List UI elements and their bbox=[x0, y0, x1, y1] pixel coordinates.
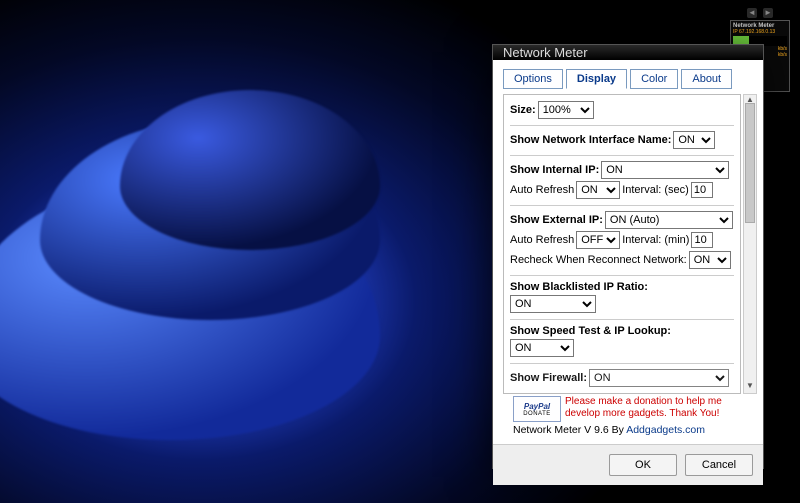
donation-message: Please make a donation to help me develo… bbox=[565, 396, 751, 419]
settings-window: Network Meter Options Display Color Abou… bbox=[492, 44, 764, 469]
byline: Network Meter V 9.6 By Addgadgets.com bbox=[513, 424, 751, 436]
show-external-select[interactable]: ON (Auto) bbox=[605, 211, 733, 229]
tab-about[interactable]: About bbox=[681, 69, 732, 89]
footer: PayPal DONATE Please make a donation to … bbox=[503, 394, 757, 440]
gadget-ip: IP 67.192.168.0.13 bbox=[733, 30, 787, 36]
size-select[interactable]: 100% bbox=[538, 101, 594, 119]
byline-link[interactable]: Addgadgets.com bbox=[626, 424, 705, 436]
wallpaper-petal bbox=[120, 90, 380, 250]
window-title: Network Meter bbox=[503, 45, 588, 60]
show-external-label: Show External IP: bbox=[510, 214, 603, 226]
tab-display[interactable]: Display bbox=[566, 69, 627, 89]
window-titlebar[interactable]: Network Meter bbox=[493, 45, 763, 60]
show-nic-label: Show Network Interface Name: bbox=[510, 134, 671, 146]
external-autorefresh-label: Auto Refresh bbox=[510, 234, 574, 246]
scroll-down-icon[interactable]: ▼ bbox=[744, 381, 756, 393]
separator bbox=[510, 205, 734, 206]
paypal-donate-text: DONATE bbox=[523, 411, 551, 417]
tab-color[interactable]: Color bbox=[630, 69, 678, 89]
show-internal-label: Show Internal IP: bbox=[510, 164, 599, 176]
external-interval-label: Interval: (min) bbox=[622, 234, 689, 246]
blacklisted-select[interactable]: ON bbox=[510, 295, 596, 313]
size-label: Size: bbox=[510, 104, 536, 116]
separator bbox=[510, 319, 734, 320]
separator bbox=[510, 275, 734, 276]
speedtest-select[interactable]: ON bbox=[510, 339, 574, 357]
external-autorefresh-select[interactable]: OFF bbox=[576, 231, 620, 249]
recheck-label: Recheck When Reconnect Network: bbox=[510, 254, 687, 266]
internal-autorefresh-select[interactable]: ON bbox=[576, 181, 620, 199]
scroll-thumb[interactable] bbox=[745, 103, 755, 223]
display-panel: Size: 100% Show Network Interface Name: … bbox=[503, 94, 741, 394]
tab-strip: Options Display Color About bbox=[503, 68, 757, 88]
panel-scrollbar[interactable]: ▲ ▼ bbox=[743, 94, 757, 394]
internal-interval-input[interactable] bbox=[691, 182, 713, 198]
gadget-prev-icon[interactable]: ◄ bbox=[747, 8, 757, 18]
dialog-button-bar: OK Cancel bbox=[493, 444, 763, 485]
byline-prefix: Network Meter V 9.6 By bbox=[513, 424, 626, 436]
separator bbox=[510, 155, 734, 156]
show-nic-select[interactable]: ON bbox=[673, 131, 715, 149]
firewall-label: Show Firewall: bbox=[510, 372, 587, 384]
paypal-logo-text: PayPal bbox=[524, 402, 550, 411]
cancel-button[interactable]: Cancel bbox=[685, 454, 753, 476]
separator bbox=[510, 363, 734, 364]
paypal-donate-button[interactable]: PayPal DONATE bbox=[513, 396, 561, 422]
gadget-next-icon[interactable]: ► bbox=[763, 8, 773, 18]
external-interval-input[interactable] bbox=[691, 232, 713, 248]
blacklisted-label: Show Blacklisted IP Ratio: bbox=[510, 281, 648, 293]
internal-autorefresh-label: Auto Refresh bbox=[510, 184, 574, 196]
firewall-select[interactable]: ON bbox=[589, 369, 729, 387]
speedtest-label: Show Speed Test & IP Lookup: bbox=[510, 325, 671, 337]
internal-interval-label: Interval: (sec) bbox=[622, 184, 689, 196]
ok-button[interactable]: OK bbox=[609, 454, 677, 476]
show-internal-select[interactable]: ON bbox=[601, 161, 729, 179]
separator bbox=[510, 125, 734, 126]
tab-options[interactable]: Options bbox=[503, 69, 563, 89]
recheck-select[interactable]: ON bbox=[689, 251, 731, 269]
